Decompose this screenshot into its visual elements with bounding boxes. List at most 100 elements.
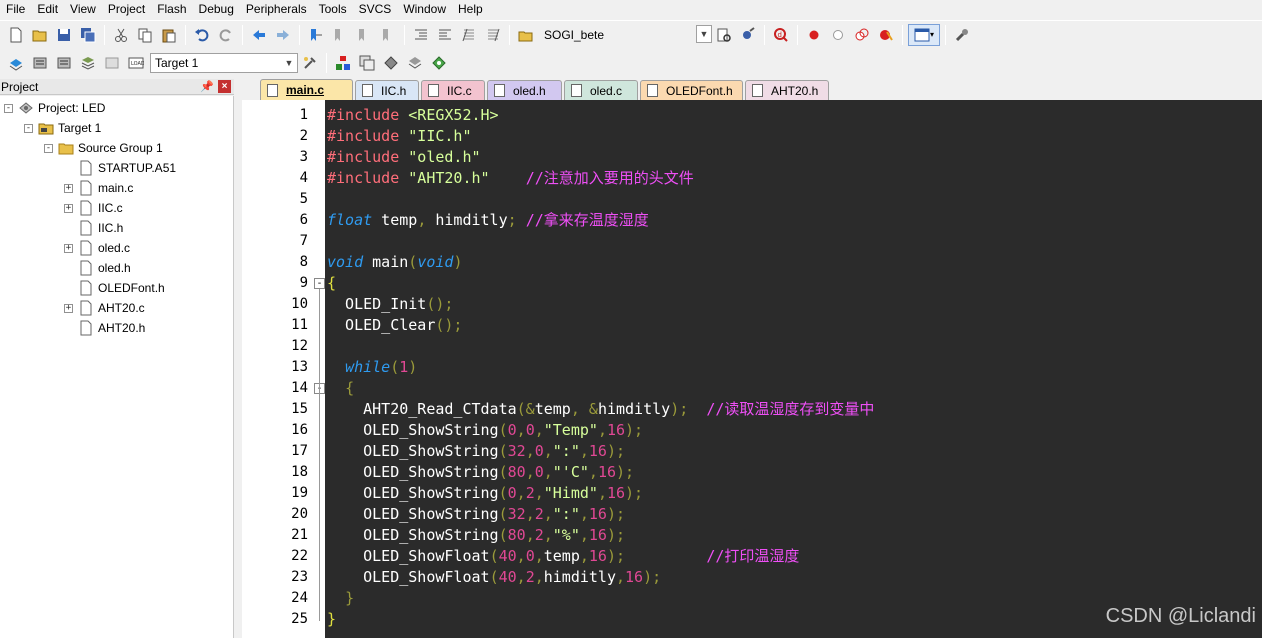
save-all-icon[interactable] [77, 24, 99, 46]
tab-oledfont-h[interactable]: OLEDFont.h [640, 80, 743, 100]
menu-project[interactable]: Project [102, 0, 151, 19]
target-select[interactable]: Target 1 ▼ [150, 53, 298, 73]
tree-item[interactable]: + AHT20.c [64, 298, 145, 318]
menu-svcs[interactable]: SVCS [353, 0, 398, 19]
bookmark-next-icon[interactable] [353, 24, 375, 46]
tree-item[interactable]: - Project: LED [4, 98, 105, 118]
download-icon[interactable]: LOAD [125, 52, 147, 74]
batch-build-icon[interactable] [77, 52, 99, 74]
translate-icon[interactable] [5, 52, 27, 74]
menu-help[interactable]: Help [452, 0, 489, 19]
breakpoint-kill-all-icon[interactable] [875, 24, 897, 46]
configure-icon[interactable] [951, 24, 973, 46]
menu-flash[interactable]: Flash [151, 0, 192, 19]
tree-item[interactable]: STARTUP.A51 [64, 158, 176, 178]
expand-icon[interactable]: + [64, 303, 73, 313]
tree-item[interactable]: + oled.c [64, 238, 130, 258]
chevron-down-icon[interactable]: ▼ [696, 24, 712, 43]
collapse-icon[interactable]: - [4, 103, 13, 113]
debug-session-icon[interactable]: d [770, 24, 792, 46]
target-options-icon[interactable] [299, 52, 321, 74]
pack-installer-icon[interactable] [380, 52, 402, 74]
cut-icon[interactable] [110, 24, 132, 46]
tree-item-label: Source Group 1 [78, 141, 163, 155]
code-editor[interactable]: CSDN @Liclandi 1 #include <REGX52.H> 2 #inc… [242, 100, 1262, 638]
code-token: ( [408, 253, 418, 271]
manage-project-icon[interactable] [332, 52, 354, 74]
redo-icon[interactable] [215, 24, 237, 46]
code-token: main [363, 253, 409, 271]
stop-build-icon[interactable] [101, 52, 123, 74]
run-time-env-icon[interactable] [428, 52, 450, 74]
code-text: OLED_Clear(); [327, 315, 462, 336]
tree-item[interactable]: OLEDFont.h [64, 278, 165, 298]
expand-icon[interactable]: + [64, 183, 73, 193]
build-icon[interactable] [29, 52, 51, 74]
find-in-files-icon[interactable] [515, 24, 537, 46]
new-file-icon[interactable] [5, 24, 27, 46]
tree-item[interactable]: - Target 1 [24, 118, 101, 138]
menu-peripherals[interactable]: Peripherals [240, 0, 313, 19]
tree-item[interactable]: oled.h [64, 258, 131, 278]
tree-item[interactable]: IIC.h [64, 218, 123, 238]
tab-aht20-h[interactable]: AHT20.h [745, 80, 829, 100]
breakpoint-enable-icon[interactable] [827, 24, 849, 46]
menu-window[interactable]: Window [397, 0, 452, 19]
collapse-icon[interactable]: - [24, 123, 33, 133]
menu-edit[interactable]: Edit [31, 0, 64, 19]
code-token: ) [453, 253, 463, 271]
find-icon[interactable] [713, 24, 735, 46]
tab-main-c[interactable]: main.c [260, 79, 353, 100]
bookmark-prev-icon[interactable] [329, 24, 351, 46]
unindent-icon[interactable] [434, 24, 456, 46]
tab-iic-h[interactable]: IIC.h [355, 80, 419, 100]
paste-icon[interactable] [158, 24, 180, 46]
tree-item[interactable]: - Source Group 1 [44, 138, 163, 158]
fold-toggle-icon[interactable]: - [314, 278, 325, 289]
file-icon [78, 280, 94, 296]
save-icon[interactable] [53, 24, 75, 46]
chevron-down-icon[interactable]: ▼ [281, 54, 297, 72]
separator [509, 24, 510, 45]
menu-file[interactable]: File [0, 0, 31, 19]
nav-forward-icon[interactable] [272, 24, 294, 46]
expand-icon[interactable]: + [64, 243, 73, 253]
menu-debug[interactable]: Debug [193, 0, 240, 19]
pin-icon[interactable]: 📌 [200, 80, 214, 93]
comment-icon[interactable] [458, 24, 480, 46]
nav-back-icon[interactable] [248, 24, 270, 46]
window-layout-icon[interactable]: ▾ [908, 23, 940, 46]
collapse-icon[interactable]: - [44, 143, 53, 153]
tree-item[interactable]: AHT20.h [64, 318, 145, 338]
breakpoint-disable-all-icon[interactable] [851, 24, 873, 46]
indent-icon[interactable] [410, 24, 432, 46]
project-panel-title: Project [1, 79, 39, 94]
open-file-icon[interactable] [29, 24, 51, 46]
tree-item[interactable]: + IIC.c [64, 198, 123, 218]
uncomment-icon[interactable] [482, 24, 504, 46]
code-line: 4 #include "AHT20.h" //注意加入要用的头文件 [242, 168, 1262, 189]
menu-view[interactable]: View [64, 0, 102, 19]
incremental-find-icon[interactable] [737, 24, 759, 46]
tree-item[interactable]: + main.c [64, 178, 133, 198]
file-extensions-icon[interactable] [356, 52, 378, 74]
close-icon[interactable]: × [218, 80, 231, 93]
breakpoint-insert-icon[interactable] [803, 24, 825, 46]
line-number: 1 [299, 107, 308, 123]
tab-oled-h[interactable]: oled.h [487, 80, 562, 100]
select-packs-icon[interactable] [404, 52, 426, 74]
tab-iic-c[interactable]: IIC.c [421, 80, 485, 100]
line-number: 21 [291, 527, 308, 543]
code-token: OLED_ShowString [327, 484, 499, 502]
copy-icon[interactable] [134, 24, 156, 46]
bookmark-icon[interactable] [305, 24, 327, 46]
menu-tools[interactable]: Tools [313, 0, 353, 19]
undo-icon[interactable] [191, 24, 213, 46]
expand-icon[interactable]: + [64, 203, 73, 213]
find-combo[interactable]: SOGI_bete ▼ [542, 24, 712, 45]
tab-oled-c[interactable]: oled.c [564, 80, 638, 100]
tree-item-label: AHT20.c [98, 301, 145, 315]
rebuild-icon[interactable] [53, 52, 75, 74]
bookmark-clear-icon[interactable] [377, 24, 399, 46]
